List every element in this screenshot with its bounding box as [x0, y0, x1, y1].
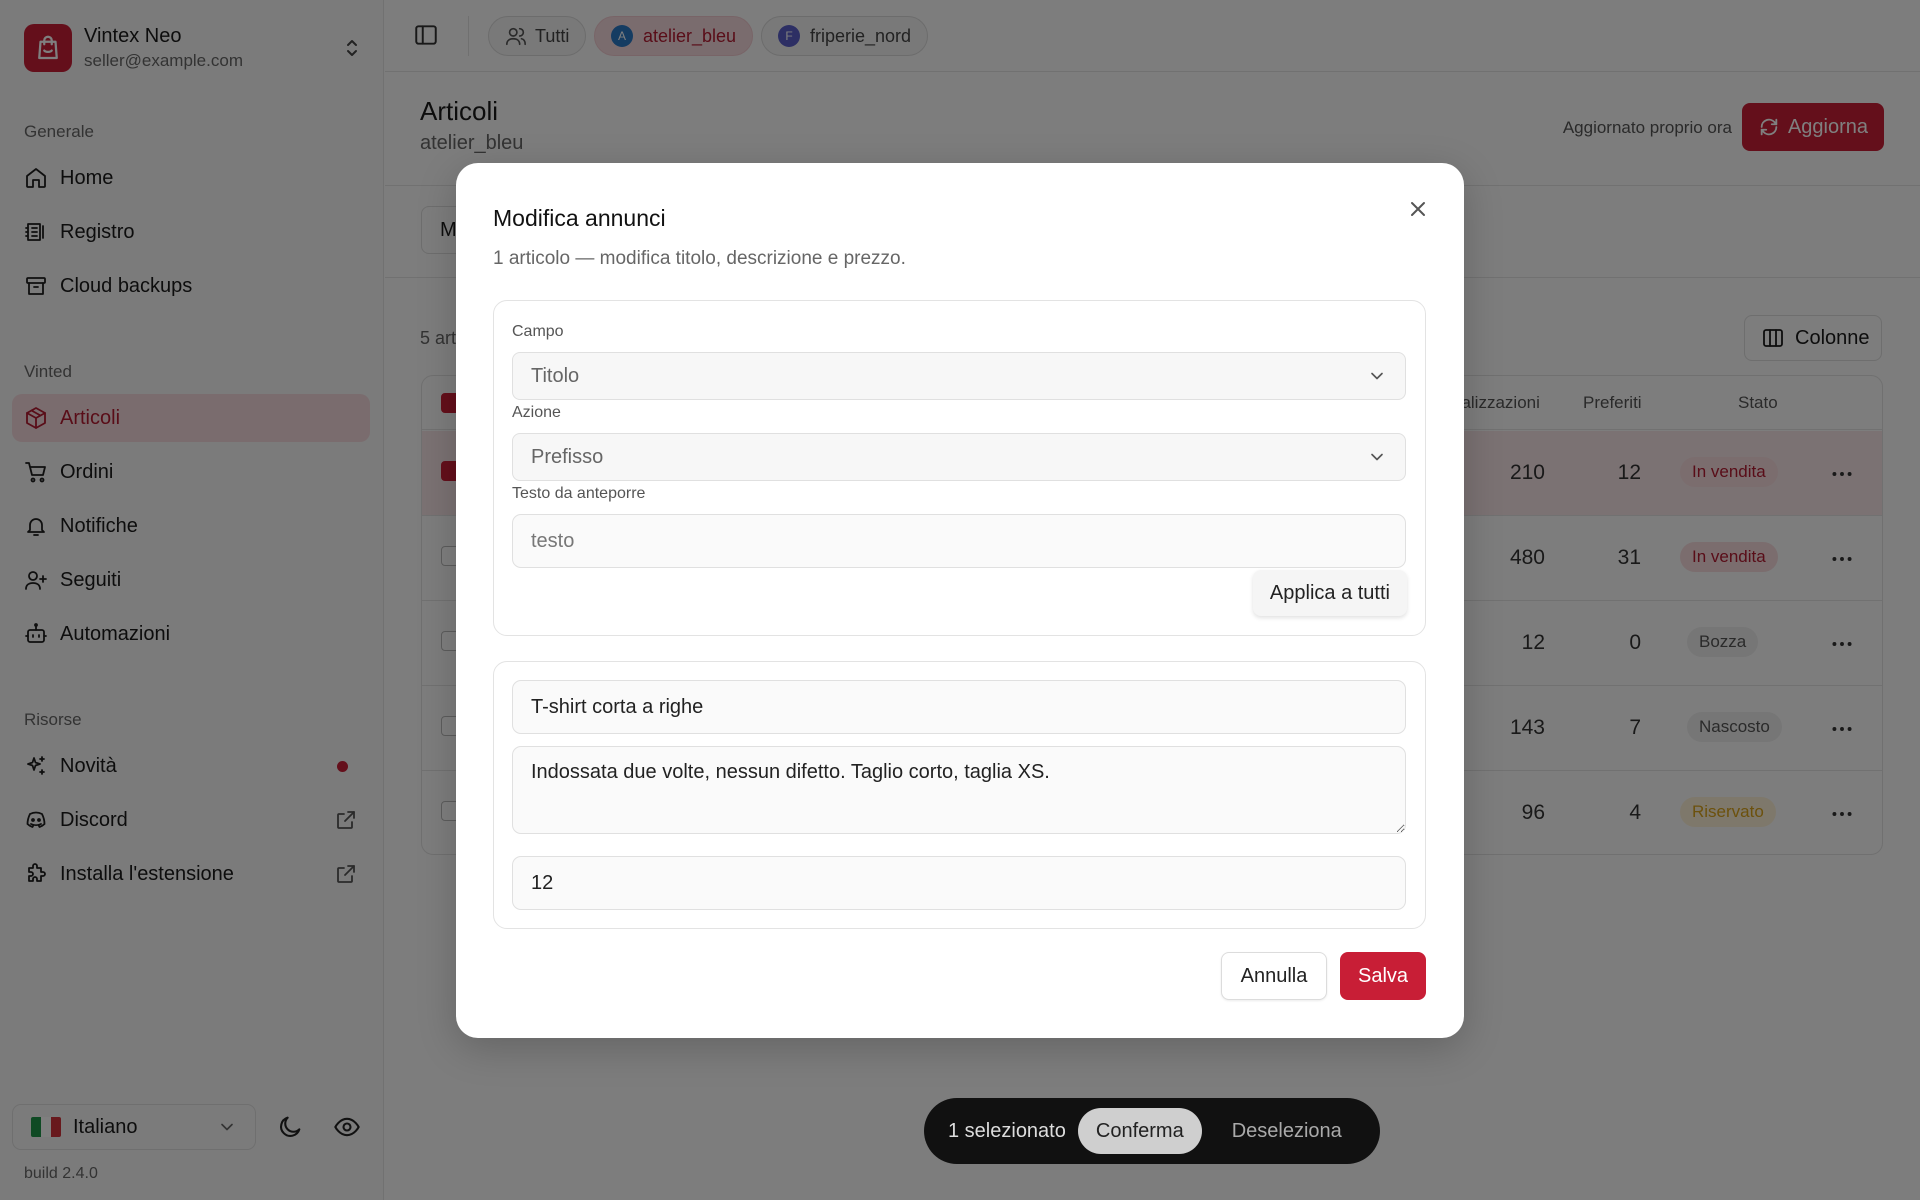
cancel-button[interactable]: Annulla	[1221, 952, 1327, 1000]
item-title-input[interactable]	[512, 680, 1406, 734]
dialog-title: Modifica annunci	[493, 205, 666, 231]
action-select-value: Prefisso	[531, 445, 604, 468]
field-label: Campo	[512, 323, 564, 340]
prefix-text-input[interactable]	[512, 514, 1406, 568]
edit-listings-dialog: Modifica annunci 1 articolo — modifica t…	[456, 163, 1464, 1038]
apply-to-all-button[interactable]: Applica a tutti	[1252, 570, 1407, 616]
action-select[interactable]: Prefisso	[512, 433, 1406, 481]
bulk-edit-card: Campo Titolo Azione Prefisso Testo da an…	[493, 300, 1426, 636]
close-icon[interactable]	[1406, 197, 1430, 221]
save-button[interactable]: Salva	[1340, 952, 1426, 1000]
action-label: Azione	[512, 404, 561, 421]
prefix-text-label: Testo da anteporre	[512, 485, 646, 502]
chevron-down-icon	[1367, 366, 1387, 386]
field-select-value: Titolo	[531, 364, 580, 387]
field-select[interactable]: Titolo	[512, 352, 1406, 400]
item-edit-card: Indossata due volte, nessun difetto. Tag…	[493, 661, 1426, 929]
bulk-action-bar: 1 selezionato Conferma Deseleziona	[924, 1098, 1380, 1164]
item-description-textarea[interactable]: Indossata due volte, nessun difetto. Tag…	[512, 746, 1406, 834]
chevron-down-icon	[1367, 447, 1387, 467]
item-price-input[interactable]	[512, 856, 1406, 910]
confirm-button[interactable]: Conferma	[1077, 1108, 1202, 1154]
dialog-description: 1 articolo — modifica titolo, descrizion…	[493, 248, 906, 269]
selected-count: 1 selezionato	[948, 1119, 1066, 1142]
deselect-button[interactable]: Deseleziona	[1232, 1120, 1342, 1143]
